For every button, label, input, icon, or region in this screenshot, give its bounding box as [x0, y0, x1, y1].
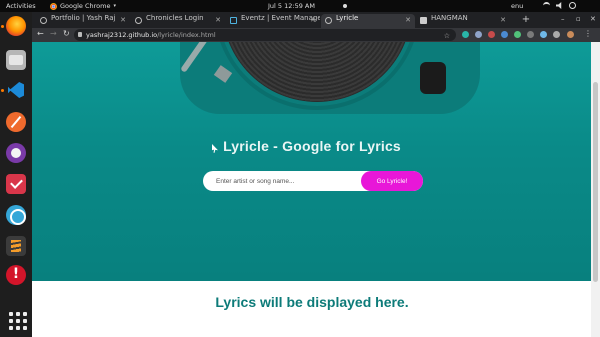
page-icon — [420, 17, 427, 24]
files-icon[interactable] — [6, 50, 26, 70]
running-indicator — [1, 89, 4, 92]
globe-icon — [135, 17, 142, 24]
web-page: Lyricle - Google for Lyrics Go Lyricle! … — [32, 42, 600, 337]
tab-portfolio[interactable]: Portfolio | Yash Raj ✕ — [36, 14, 130, 28]
sublime-text-icon[interactable] — [6, 236, 26, 256]
network-icon[interactable] — [6, 205, 26, 225]
browser-toolbar: ← → ↻ yashraj2312.github.io/lyricle/inde… — [32, 28, 600, 42]
tab-title: Portfolio | Yash Raj — [51, 14, 116, 22]
tab-strip: Portfolio | Yash Raj ✕ Chronicles Login … — [32, 12, 600, 28]
activities-button[interactable]: Activities — [6, 2, 36, 10]
scroll-thumb[interactable] — [593, 82, 598, 282]
extension-icon[interactable] — [501, 31, 508, 38]
chevron-down-icon: ▾ — [113, 3, 116, 9]
alert-icon[interactable] — [6, 265, 26, 285]
vscode-icon[interactable] — [6, 80, 26, 100]
app-dock — [0, 12, 32, 337]
results-message: Lyrics will be displayed here. — [215, 294, 409, 310]
globe-icon — [40, 17, 47, 24]
todo-icon[interactable] — [6, 174, 26, 194]
clock[interactable]: Jul 5 12:59 AM — [268, 2, 315, 10]
show-apps-icon[interactable] — [6, 310, 27, 330]
extension-icon[interactable] — [527, 31, 534, 38]
chrome-icon — [50, 2, 57, 10]
tab-eventz[interactable]: Eventz | Event Management ✕ — [226, 14, 320, 28]
reload-icon[interactable]: ↻ — [63, 29, 70, 38]
language-selector[interactable]: enu — [511, 2, 523, 10]
app-menu[interactable]: Google Chrome ▾ — [50, 2, 116, 10]
extension-icon[interactable] — [462, 31, 469, 38]
avatar[interactable] — [567, 31, 574, 38]
menu-kebab-icon[interactable]: ⋮ — [584, 29, 592, 38]
back-arrow-icon[interactable]: ← — [37, 29, 44, 38]
forward-arrow-icon[interactable]: → — [50, 29, 57, 38]
close-icon[interactable]: ✕ — [405, 16, 411, 24]
tab-chronicles[interactable]: Chronicles Login ✕ — [131, 14, 225, 28]
turntable-image — [180, 42, 480, 114]
search-button[interactable]: Go Lyricle! — [361, 171, 423, 191]
wifi-icon — [543, 2, 550, 9]
window-close-icon[interactable]: ✕ — [590, 15, 596, 23]
extension-icon[interactable] — [488, 31, 495, 38]
close-icon[interactable]: ✕ — [215, 16, 221, 24]
system-tray[interactable] — [543, 2, 576, 9]
search-input[interactable] — [203, 171, 363, 191]
tab-hangman[interactable]: HANGMAN ✕ — [416, 14, 510, 28]
page-scrollbar[interactable] — [591, 42, 600, 337]
tab-lyricle[interactable]: Lyricle ✕ — [321, 14, 415, 28]
notification-dot-icon — [343, 4, 347, 8]
power-icon — [569, 2, 576, 9]
search-form: Go Lyricle! — [203, 171, 423, 191]
hero-section: Lyricle - Google for Lyrics Go Lyricle! — [32, 42, 600, 281]
app-name: Google Chrome — [60, 2, 111, 10]
minimize-icon[interactable]: – — [561, 15, 565, 23]
lyrics-results: Lyrics will be displayed here. — [32, 281, 600, 337]
extension-icon[interactable] — [514, 31, 521, 38]
close-icon[interactable]: ✕ — [500, 16, 506, 24]
bookmark-star-icon[interactable]: ☆ — [444, 30, 450, 42]
event-icon — [230, 17, 237, 24]
firefox-icon[interactable] — [6, 16, 26, 36]
postman-icon[interactable] — [6, 112, 26, 132]
close-icon[interactable]: ✕ — [120, 16, 126, 24]
address-bar[interactable]: yashraj2312.github.io/lyricle/index.html… — [74, 29, 456, 41]
tab-title: HANGMAN — [431, 14, 468, 22]
lock-icon — [78, 32, 82, 37]
volume-icon — [556, 2, 562, 9]
tab-title: Eventz | Event Management — [241, 14, 320, 22]
system-top-bar: Activities Google Chrome ▾ Jul 5 12:59 A… — [0, 0, 600, 12]
close-icon[interactable]: ✕ — [310, 16, 316, 24]
globe-icon — [325, 17, 332, 24]
github-desktop-icon[interactable] — [6, 143, 26, 163]
running-indicator — [1, 25, 4, 28]
page-title: Lyricle - Google for Lyrics — [223, 138, 401, 154]
tab-title: Lyricle — [336, 14, 359, 22]
url-host: yashraj2312.github.io — [86, 31, 158, 39]
extension-icon[interactable] — [540, 31, 547, 38]
extensions-puzzle-icon[interactable] — [553, 31, 560, 38]
new-tab-button[interactable]: + — [520, 14, 532, 26]
url-path: /lyricle/index.html — [157, 31, 216, 39]
tab-title: Chronicles Login — [146, 14, 204, 22]
maximize-icon[interactable]: ▫ — [576, 15, 581, 23]
extension-icon[interactable] — [475, 31, 482, 38]
